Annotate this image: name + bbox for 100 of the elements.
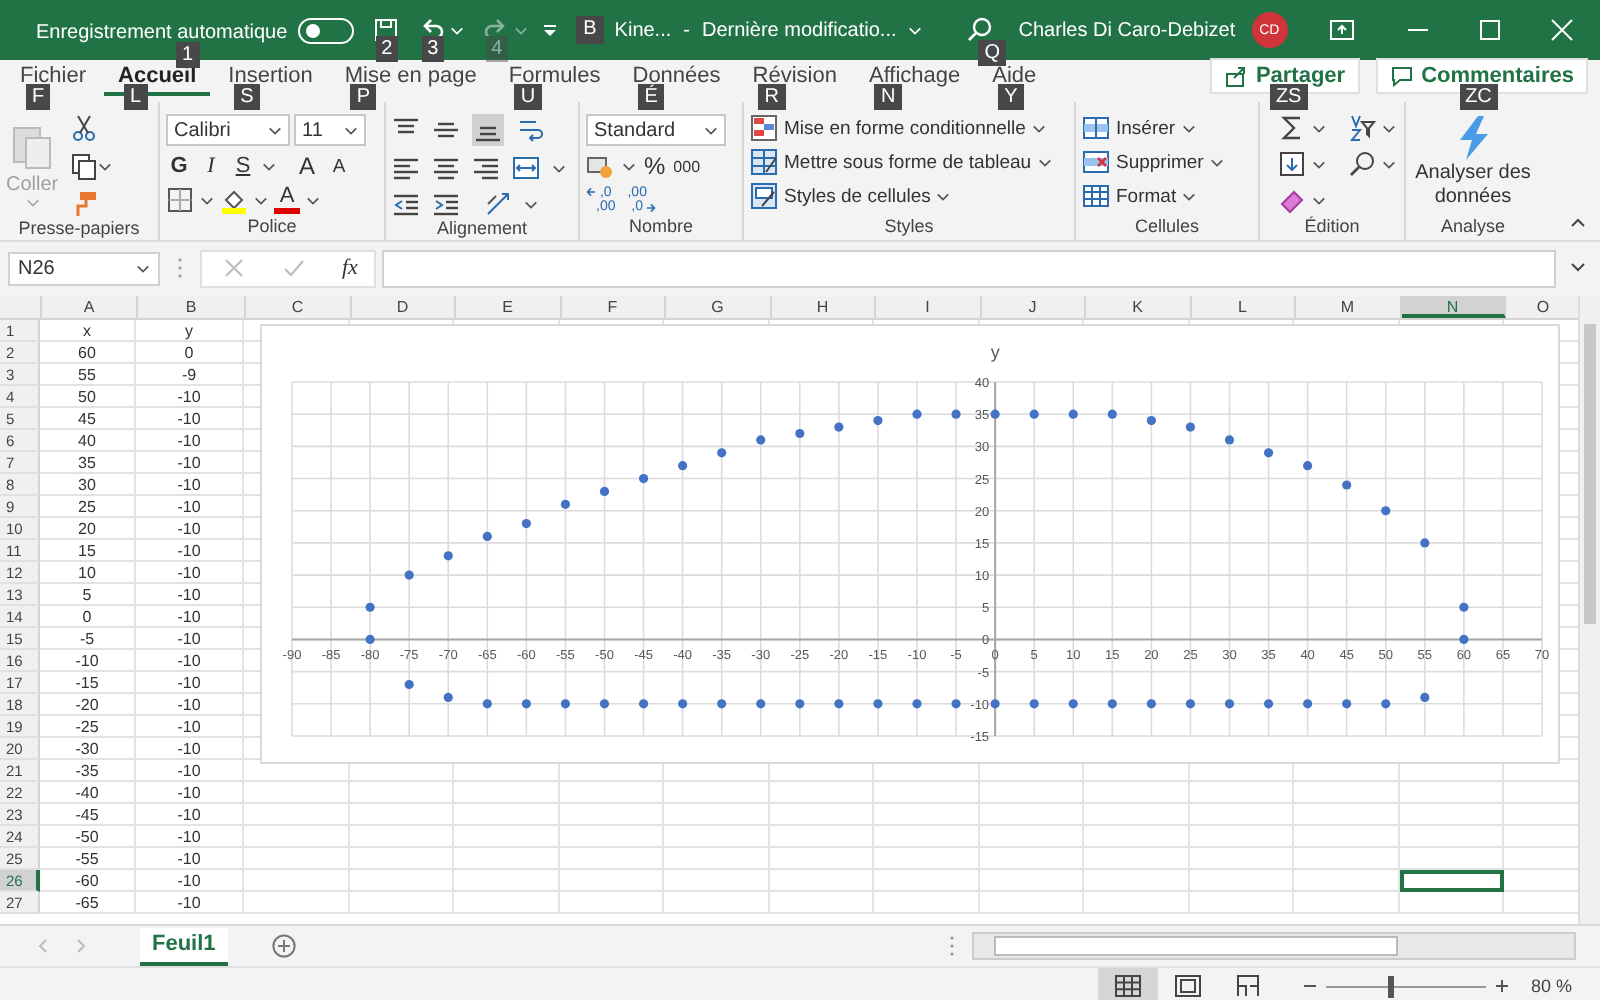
fill-down-icon[interactable] — [1278, 150, 1306, 178]
data-point — [1107, 409, 1117, 419]
active-cell[interactable] — [1399, 870, 1504, 892]
column-header[interactable]: C — [246, 296, 351, 318]
data-point — [834, 422, 844, 432]
wrap-text-icon[interactable] — [516, 116, 544, 144]
vertical-scrollbar[interactable] — [1578, 296, 1600, 924]
column-header[interactable]: L — [1191, 296, 1296, 318]
font-style-button[interactable]: G — [166, 154, 192, 178]
previous-sheet-icon — [36, 938, 52, 954]
font-color-button[interactable]: A — [274, 186, 300, 214]
decrease-indent-icon[interactable] — [392, 190, 420, 218]
column-header[interactable]: A — [42, 296, 138, 318]
align-center-icon[interactable] — [432, 154, 460, 182]
data-point — [482, 531, 492, 542]
table-cell: -10 — [136, 452, 244, 474]
caret-icon — [1312, 123, 1326, 133]
font-style-button[interactable]: I — [198, 154, 224, 178]
zoom-in-icon[interactable] — [1494, 978, 1511, 994]
align-left-icon[interactable] — [392, 154, 420, 182]
formula-input[interactable] — [381, 249, 1556, 287]
borders-icon[interactable] — [166, 186, 194, 214]
data-point — [443, 692, 453, 702]
column-header[interactable]: H — [771, 296, 876, 318]
font-size-select[interactable]: 11 — [294, 114, 366, 146]
table-cell — [664, 804, 769, 826]
sum-icon[interactable] — [1278, 114, 1306, 142]
autosave-label: Enregistrement automatique — [36, 22, 288, 44]
column-header[interactable]: N — [1401, 296, 1506, 318]
ribbon-display-icon[interactable] — [1328, 16, 1356, 44]
shrink-font-button[interactable]: A — [326, 155, 352, 177]
zoom-level[interactable]: 80 % — [1530, 976, 1572, 996]
save-status[interactable]: Dernière modificatio... — [702, 19, 897, 41]
zoom-thumb[interactable] — [1388, 975, 1395, 997]
fill-color-icon[interactable] — [220, 186, 248, 214]
cells-menu-button[interactable]: Supprimer — [1082, 148, 1252, 176]
merge-center-icon[interactable] — [512, 154, 540, 182]
name-box[interactable]: N26 — [8, 251, 160, 285]
column-header[interactable]: D — [351, 296, 456, 318]
styles-menu-button[interactable]: Mise en forme conditionnelle — [750, 114, 1068, 142]
thousands-button[interactable]: 000 — [673, 157, 701, 175]
close-icon[interactable] — [1548, 16, 1576, 44]
grow-font-button[interactable]: A — [294, 152, 320, 180]
table-cell — [244, 848, 349, 870]
column-header[interactable]: B — [138, 296, 246, 318]
cells-menu-button[interactable]: Insérer — [1082, 114, 1252, 142]
data-point — [1185, 422, 1196, 432]
normal-view-button[interactable] — [1098, 968, 1159, 1000]
table-cell — [559, 804, 664, 826]
data-point — [717, 699, 727, 709]
right-arrow-icon — [646, 202, 657, 214]
customize-icon[interactable] — [539, 20, 560, 40]
maximize-icon[interactable] — [1476, 16, 1504, 44]
align-right-icon[interactable] — [472, 154, 500, 182]
table-cell — [664, 848, 769, 870]
cell-styles-icon — [750, 182, 778, 210]
save-icon[interactable] — [371, 16, 400, 44]
key-tip: ZC — [1459, 84, 1498, 110]
autosave-toggle[interactable] — [297, 17, 354, 43]
sort-filter-icon[interactable] — [1348, 114, 1376, 142]
data-point — [1420, 538, 1430, 548]
percent-button[interactable]: % — [644, 152, 666, 180]
copy-icon[interactable] — [70, 152, 99, 180]
search-icon[interactable] — [966, 16, 995, 44]
orientation-icon[interactable] — [484, 190, 512, 218]
table-cell — [454, 826, 559, 848]
column-header[interactable]: I — [876, 296, 981, 318]
column-header[interactable]: G — [666, 296, 771, 318]
horizontal-scrollbar[interactable] — [972, 932, 1576, 960]
data-point — [1185, 699, 1196, 709]
eraser-icon[interactable] — [1278, 186, 1306, 214]
check-icon[interactable] — [282, 256, 306, 280]
key-tip: P — [350, 84, 377, 110]
column-header[interactable]: F — [561, 296, 666, 318]
table-cell — [1294, 892, 1399, 914]
number-format-select[interactable]: Standard — [586, 114, 726, 146]
styles-menu-button[interactable]: Styles de cellules — [750, 182, 1068, 210]
data-point — [638, 473, 649, 484]
table-cell: -9 — [136, 364, 244, 386]
increase-indent-icon[interactable] — [432, 190, 460, 218]
column-header[interactable]: K — [1086, 296, 1191, 318]
font-family-select[interactable]: Calibri — [166, 114, 290, 146]
column-header[interactable]: E — [456, 296, 561, 318]
column-header[interactable]: J — [981, 296, 1086, 318]
cells-menu-button[interactable]: Format — [1082, 182, 1252, 210]
sheet-tab[interactable]: Feuil1 — [140, 927, 228, 965]
table-cell: -10 — [136, 672, 244, 694]
table-cell: 0 — [40, 606, 136, 628]
scissors-icon[interactable] — [70, 114, 99, 142]
accounting-format-icon[interactable] — [586, 152, 614, 180]
table-cell — [874, 782, 979, 804]
table-cell — [1189, 892, 1294, 914]
insert-function-button[interactable]: fx — [342, 256, 358, 280]
search-icon[interactable] — [1348, 150, 1376, 178]
normal-view-icon — [1112, 972, 1145, 1000]
font-style-button[interactable]: S — [230, 154, 256, 178]
styles-menu-button[interactable]: Mettre sous forme de tableau — [750, 148, 1068, 176]
key-tip: É — [638, 84, 664, 110]
add-sheet-icon[interactable] — [271, 934, 296, 958]
analyze-data-button[interactable]: Analyser des données — [1411, 114, 1535, 210]
